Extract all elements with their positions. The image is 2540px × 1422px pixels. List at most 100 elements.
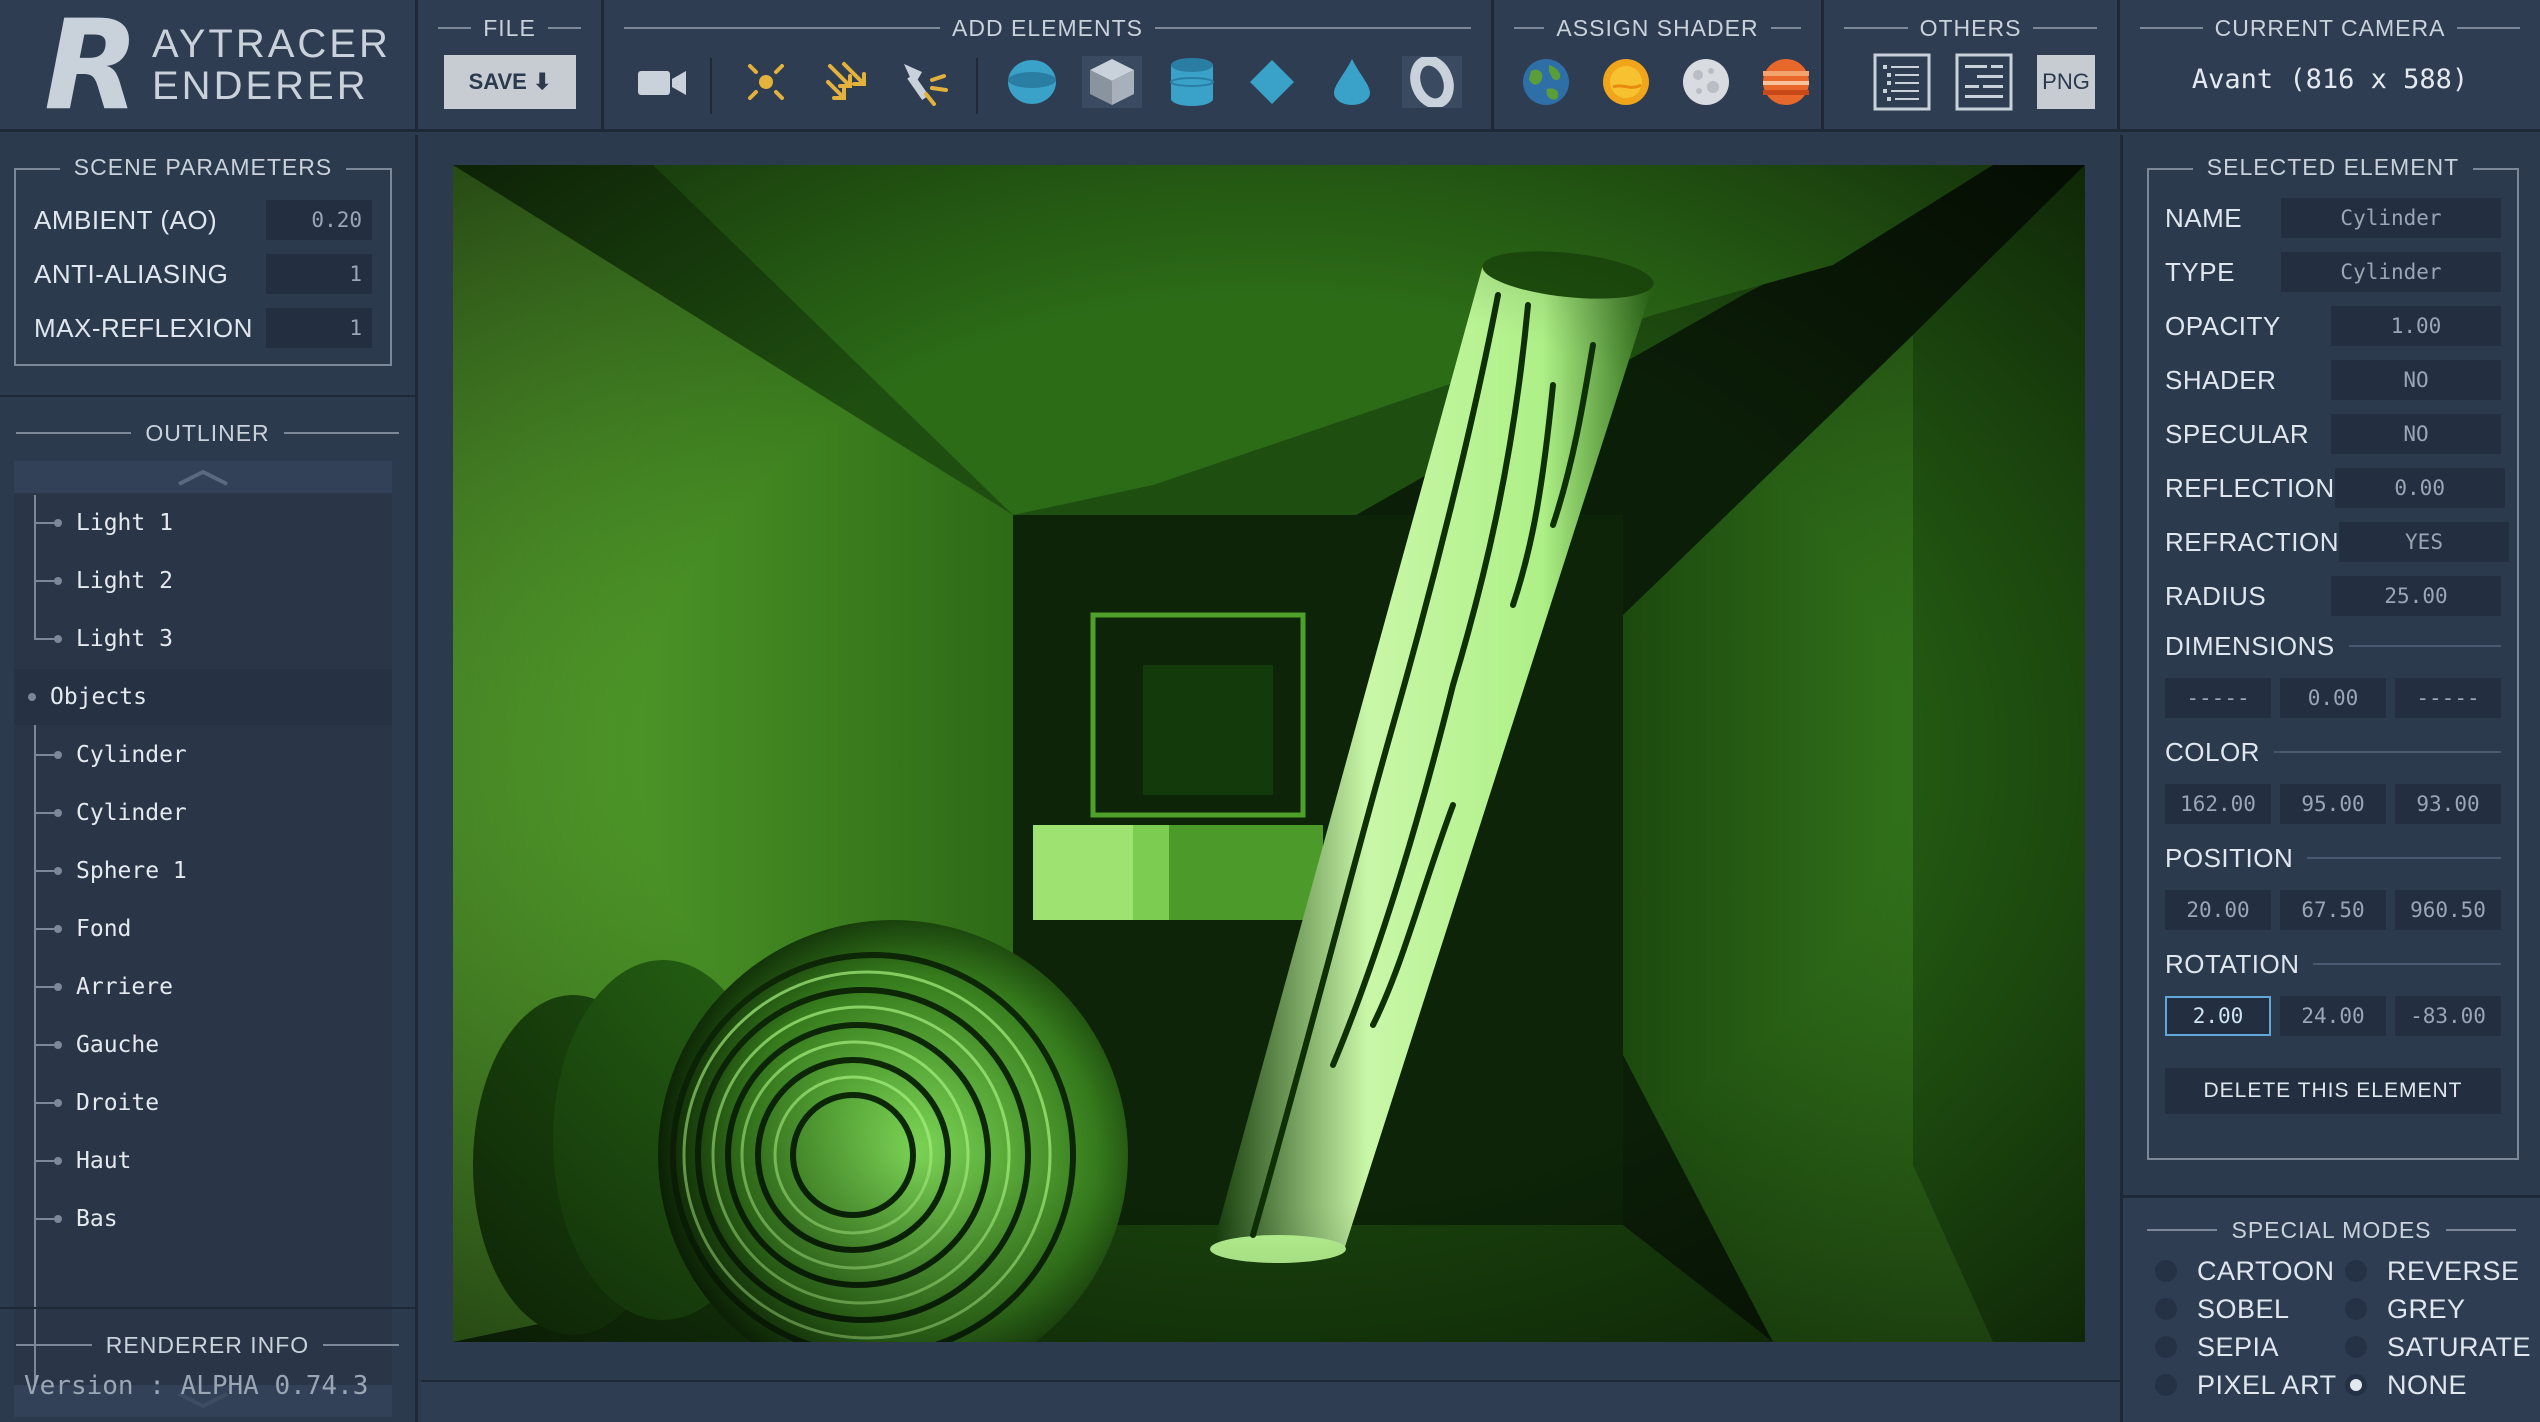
ambient-input[interactable]: [266, 200, 372, 240]
position-z-input[interactable]: [2395, 890, 2501, 930]
param-anti-aliasing: ANTI-ALIASING: [34, 254, 372, 294]
save-button[interactable]: SAVE ⬇: [444, 55, 576, 109]
mode-cartoon[interactable]: CARTOON: [2155, 1254, 2335, 1288]
property-label: TYPE: [2165, 256, 2235, 287]
radio-button[interactable]: [2155, 1374, 2177, 1396]
assign-shader-title: ASSIGN SHADER: [1556, 14, 1759, 41]
renderer-info-title: RENDERER INFO: [105, 1331, 310, 1358]
dimensions-x-input[interactable]: [2165, 678, 2271, 718]
tree-node-icon: [54, 577, 62, 585]
rotation-x-input[interactable]: [2165, 996, 2271, 1036]
torus-icon[interactable]: [1402, 56, 1462, 108]
jupiter-shader-icon[interactable]: [1756, 56, 1816, 108]
mode-sobel[interactable]: SOBEL: [2155, 1292, 2290, 1326]
outliner-item[interactable]: Bas: [14, 1191, 392, 1247]
position-y-input[interactable]: [2280, 890, 2386, 930]
property-shader: SHADER: [2165, 360, 2501, 400]
tree-node-icon: [54, 1041, 62, 1049]
radio-button[interactable]: [2345, 1336, 2367, 1358]
rotation-y-input[interactable]: [2280, 996, 2386, 1036]
radio-button[interactable]: [2155, 1298, 2177, 1320]
position-label: POSITION: [2165, 842, 2294, 873]
dimensions-y-input[interactable]: [2280, 678, 2386, 718]
radio-button[interactable]: [2345, 1260, 2367, 1282]
outliner-item[interactable]: Haut: [14, 1133, 392, 1189]
radio-button[interactable]: [2155, 1260, 2177, 1282]
opacity-input[interactable]: [2331, 306, 2501, 346]
mode-reverse[interactable]: REVERSE: [2345, 1254, 2520, 1288]
sun-shader-icon[interactable]: [1596, 56, 1656, 108]
outliner-group[interactable]: Objects: [14, 669, 392, 725]
property-label: REFRACTION: [2165, 526, 2339, 557]
list-view-icon[interactable]: [1872, 53, 1932, 111]
tree-node-icon: [54, 635, 62, 643]
type-input[interactable]: [2281, 252, 2501, 292]
sphere-icon[interactable]: [1002, 56, 1062, 108]
color-z-input[interactable]: [2395, 784, 2501, 824]
mode-grey[interactable]: GREY: [2345, 1292, 2466, 1326]
radio-button[interactable]: [2345, 1374, 2367, 1396]
mode-sepia[interactable]: SEPIA: [2155, 1330, 2279, 1364]
moon-shader-icon[interactable]: [1676, 56, 1736, 108]
outliner-item[interactable]: Gauche: [14, 1017, 392, 1073]
color-y-input[interactable]: [2280, 784, 2386, 824]
outliner-item[interactable]: Arriere: [14, 959, 392, 1015]
outliner-item[interactable]: Light 1: [14, 495, 392, 551]
rendered-scene-image: [453, 165, 2085, 1342]
outliner-item[interactable]: Light 2: [14, 553, 392, 609]
delete-element-button[interactable]: DELETE THIS ELEMENT: [2165, 1068, 2501, 1114]
cone-icon[interactable]: [1322, 56, 1382, 108]
outliner-item[interactable]: Droite: [14, 1075, 392, 1131]
png-export-icon[interactable]: PNG: [2036, 55, 2096, 109]
anti-aliasing-input[interactable]: [266, 254, 372, 294]
cylinder-icon[interactable]: [1162, 56, 1222, 108]
current-camera-value[interactable]: Avant (816 x 588): [2120, 64, 2540, 95]
property-opacity: OPACITY: [2165, 306, 2501, 346]
max-reflexion-input[interactable]: [266, 308, 372, 348]
property-label: SHADER: [2165, 364, 2277, 395]
outliner-item[interactable]: Sphere 1: [14, 843, 392, 899]
tree-node-icon: [54, 1157, 62, 1165]
spot-light-icon[interactable]: [896, 56, 956, 108]
mode-none[interactable]: NONE: [2345, 1368, 2467, 1402]
radio-button[interactable]: [2155, 1336, 2177, 1358]
earth-shader-icon[interactable]: [1516, 56, 1576, 108]
add-elements-title: ADD ELEMENTS: [952, 14, 1143, 41]
dimensions-z-input[interactable]: [2395, 678, 2501, 718]
position-x-input[interactable]: [2165, 890, 2271, 930]
radius-input[interactable]: [2331, 576, 2501, 616]
rotation-z-input[interactable]: [2395, 996, 2501, 1036]
outliner-item-label: Droite: [76, 1090, 160, 1116]
param-ambient: AMBIENT (AO): [34, 200, 372, 240]
outliner-item[interactable]: Light 3: [14, 611, 392, 667]
directional-light-icon[interactable]: [816, 56, 876, 108]
mode-pixel-art[interactable]: PIXEL ART: [2155, 1368, 2337, 1402]
diamond-icon[interactable]: [1242, 56, 1302, 108]
color-x-input[interactable]: [2165, 784, 2271, 824]
outliner-item[interactable]: Cylinder: [14, 785, 392, 841]
mode-saturate[interactable]: SATURATE: [2345, 1330, 2531, 1364]
left-panel: SCENE PARAMETERS AMBIENT (AO) ANTI-ALIAS…: [0, 135, 418, 1422]
radio-button[interactable]: [2345, 1298, 2367, 1320]
refraction-input[interactable]: [2339, 522, 2509, 562]
outliner-item[interactable]: Fond: [14, 901, 392, 957]
render-viewport[interactable]: [453, 165, 2085, 1342]
selected-element-panel: SELECTED ELEMENT NAME TYPE OPACITY SHADER SP…: [2147, 154, 2519, 1160]
file-title: FILE: [483, 14, 536, 41]
point-light-icon[interactable]: [736, 56, 796, 108]
name-input[interactable]: [2281, 198, 2501, 238]
cube-icon[interactable]: [1082, 56, 1142, 108]
position-values: [2165, 890, 2501, 930]
app-logo: R AYTRACER ENDERER: [0, 0, 418, 132]
png-label: PNG: [2037, 55, 2095, 109]
shader-input[interactable]: [2331, 360, 2501, 400]
mode-label: SEPIA: [2197, 1331, 2280, 1362]
scroll-up-button[interactable]: [14, 461, 392, 493]
color-values: [2165, 784, 2501, 824]
reflection-input[interactable]: [2334, 468, 2505, 508]
outliner-item[interactable]: Cylinder: [14, 727, 392, 783]
camera-icon[interactable]: [632, 56, 692, 108]
tree-view-icon[interactable]: [1954, 53, 2014, 111]
special-modes-panel: SPECIAL MODES CARTOON SOBEL SEPIA PIXEL ART…: [2123, 1195, 2540, 1422]
specular-input[interactable]: [2331, 414, 2501, 454]
